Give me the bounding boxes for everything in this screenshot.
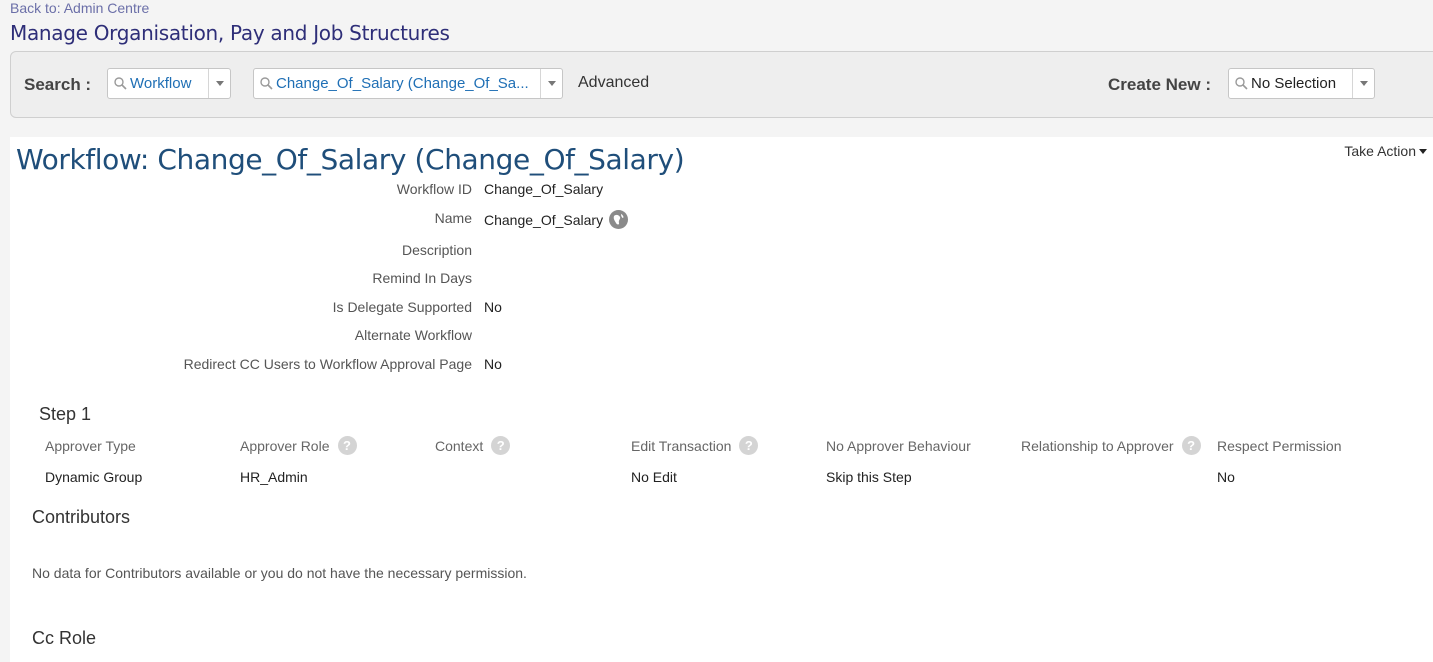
chevron-down-icon[interactable] (208, 69, 230, 98)
search-label: Search : (24, 75, 92, 94)
column-header-respect-permission: Respect Permission (1217, 438, 1342, 454)
back-to-admin-centre-link[interactable]: Back to: Admin Centre (10, 0, 149, 16)
column-header-label: Edit Transaction (631, 437, 732, 454)
search-type-value: Workflow (130, 75, 192, 92)
field-label: Remind In Days (372, 270, 472, 286)
column-header-no-approver-behaviour: No Approver Behaviour (826, 438, 971, 454)
column-header-edit-transaction: Edit Transaction? (631, 436, 759, 455)
workflow-detail-panel: Workflow: Change_Of_Salary (Change_Of_Sa… (10, 137, 1433, 662)
chevron-down-icon[interactable] (540, 69, 562, 98)
column-header-approver-type: Approver Type (45, 438, 136, 454)
column-header-relationship-to-approver: Relationship to Approver? (1021, 436, 1201, 455)
column-header-label: Approver Type (45, 438, 136, 454)
cell-no-approver-behaviour: Skip this Step (826, 469, 912, 485)
cell-edit-transaction: No Edit (631, 469, 677, 485)
search-toolbar: Search : Workflow Change_Of_Salary (Chan… (10, 51, 1433, 118)
column-header-label: No Approver Behaviour (826, 438, 971, 454)
column-header-label: Context (435, 437, 484, 454)
create-new-select[interactable]: No Selection (1228, 68, 1375, 99)
field-label: Name (434, 210, 472, 226)
field-value: No (484, 356, 502, 372)
page-title: Manage Organisation, Pay and Job Structu… (10, 21, 450, 45)
contributors-title: Contributors (32, 507, 131, 527)
globe-icon[interactable] (609, 210, 629, 229)
column-header-label: Respect Permission (1217, 438, 1342, 454)
field-label: Is Delegate Supported (332, 299, 472, 315)
cell-approver-type: Dynamic Group (45, 469, 143, 485)
field-value: No (484, 299, 502, 315)
create-new-label: Create New : (1108, 75, 1211, 94)
create-new-value: No Selection (1251, 75, 1337, 92)
take-action-menu[interactable]: Take Action (1344, 143, 1427, 159)
field-label: Description (401, 242, 472, 258)
field-label: Redirect CC Users to Workflow Approval P… (183, 356, 472, 372)
question-mark-icon[interactable]: ? (739, 436, 759, 455)
step-title: Step 1 (39, 404, 92, 424)
magnifier-icon (108, 77, 128, 90)
column-header-approver-role: Approver Role? (240, 436, 357, 455)
field-value: Change_Of_Salary (484, 181, 604, 197)
chevron-down-icon[interactable] (1352, 69, 1374, 98)
cell-respect-permission: No (1217, 469, 1235, 485)
column-header-context: Context? (435, 436, 511, 455)
column-header-label: Relationship to Approver (1021, 437, 1174, 454)
search-type-select[interactable]: Workflow (107, 68, 231, 99)
magnifier-icon (254, 77, 274, 90)
question-mark-icon[interactable]: ? (1181, 436, 1201, 455)
caret-down-icon (1419, 148, 1427, 154)
search-item-value[interactable]: Change_Of_Salary (Change_Of_Sa... (274, 75, 540, 92)
take-action-label[interactable]: Take Action (1344, 143, 1416, 159)
cell-approver-role: HR_Admin (240, 469, 308, 485)
advanced-search-link[interactable]: Advanced (578, 74, 649, 92)
workflow-title: Workflow: Change_Of_Salary (Change_Of_Sa… (16, 143, 685, 176)
search-item-input[interactable]: Change_Of_Salary (Change_Of_Sa... (253, 68, 563, 99)
column-header-label: Approver Role (240, 437, 330, 454)
name-value: Change_Of_Salary (484, 211, 604, 228)
field-label: Alternate Workflow (354, 327, 472, 343)
question-mark-icon[interactable]: ? (491, 436, 511, 455)
contributors-empty-message: No data for Contributors available or yo… (32, 565, 527, 581)
magnifier-icon (1229, 77, 1249, 90)
question-mark-icon[interactable]: ? (337, 436, 357, 455)
cc-role-title: Cc Role (32, 628, 97, 648)
field-value: Change_Of_Salary (484, 210, 629, 229)
field-label: Workflow ID (396, 181, 472, 197)
